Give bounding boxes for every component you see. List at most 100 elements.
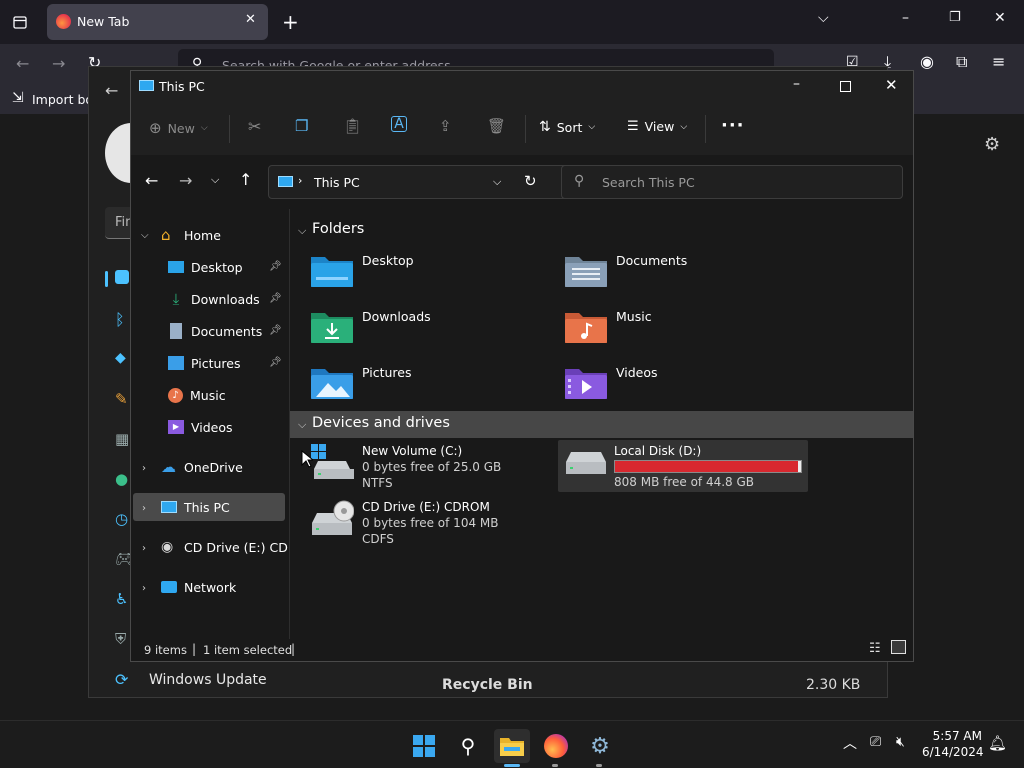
expand-chevron-icon[interactable]: › (142, 463, 146, 474)
running-app-indicator (552, 764, 558, 767)
drive-filesystem: NTFS (362, 476, 393, 490)
back-icon[interactable]: ← (16, 54, 29, 73)
breadcrumb[interactable]: This PC (314, 175, 360, 190)
details-view-icon[interactable]: ☷ (869, 641, 881, 656)
folder-pictures[interactable]: Pictures (310, 361, 550, 405)
nav-item-downloads[interactable]: ⤓ Downloads (168, 285, 260, 313)
clock-time[interactable]: 5:57 AM (930, 729, 982, 743)
nav-item-label: Home (184, 227, 221, 243)
new-tab-icon[interactable]: + (282, 10, 299, 34)
search-input[interactable]: ⚲ Search This PC (561, 165, 903, 199)
music-folder-icon (565, 313, 607, 343)
rename-icon[interactable]: A (391, 116, 407, 132)
delete-icon[interactable]: 🗑︎ (487, 117, 506, 135)
sort-button[interactable]: ⇅ Sort ⌵ (539, 119, 595, 135)
recent-locations-chevron-icon[interactable]: ⌵ (211, 173, 219, 187)
nav-item-home[interactable]: ⌂ Home (161, 221, 221, 249)
share-icon[interactable]: ⇪ (439, 117, 452, 135)
settings-back-icon[interactable]: ← (105, 81, 118, 100)
drive-filesystem: CDFS (362, 532, 394, 546)
collapse-devices-icon[interactable]: ⌵ (298, 418, 306, 432)
minimize-icon[interactable]: – (793, 76, 800, 92)
nav-item-videos[interactable]: ▶ Videos (168, 413, 233, 441)
settings-taskbar-button[interactable]: ⚙ (582, 729, 618, 763)
import-icon: ⇲ (12, 90, 24, 106)
folder-desktop[interactable]: Desktop (310, 249, 550, 293)
forward-icon[interactable]: → (52, 54, 65, 73)
view-button[interactable]: ☰ View ⌵ (627, 119, 687, 134)
drive-c[interactable]: New Volume (C:) 0 bytes free of 25.0 GB … (310, 443, 550, 493)
restore-icon[interactable]: ❐ (949, 10, 961, 25)
volume-muted-icon[interactable]: 🔇︎ (896, 734, 905, 750)
nav-item-desktop[interactable]: Desktop (168, 253, 243, 281)
drive-free-space: 808 MB free of 44.8 GB (614, 475, 755, 489)
folder-documents[interactable]: Documents (564, 249, 804, 293)
start-button[interactable] (406, 729, 442, 763)
folders-header[interactable]: Folders (312, 221, 364, 237)
recycle-bin-size: 2.30 KB (806, 677, 861, 693)
plus-circle-icon: ⊕ (149, 119, 162, 137)
firefox-taskbar-button[interactable] (538, 729, 574, 763)
status-bar: 9 items | 1 item selected | ☷ (131, 639, 913, 661)
search-button[interactable]: ⚲ (450, 729, 486, 763)
extensions-icon[interactable]: ⧉ (956, 52, 967, 72)
menu-icon[interactable]: ≡ (992, 52, 1005, 71)
folder-downloads[interactable]: Downloads (310, 305, 550, 349)
close-icon[interactable]: ✕ (885, 76, 898, 94)
account-icon[interactable]: ◉ (920, 52, 934, 71)
nav-item-network[interactable]: Network (161, 573, 236, 601)
nav-item-cd-drive[interactable]: ◉ CD Drive (E:) CDROM (161, 533, 289, 561)
gear-icon[interactable]: ⚙ (984, 134, 1000, 155)
more-options-icon[interactable]: ··· (721, 115, 745, 136)
browser-tab[interactable]: New Tab ✕ (47, 4, 268, 40)
cut-icon[interactable]: ✂ (248, 117, 261, 136)
desktop-icon (168, 261, 184, 273)
drive-name: New Volume (C:) (362, 444, 463, 458)
show-hidden-icons-chevron-icon[interactable]: ︿ (843, 733, 857, 753)
address-dropdown-icon[interactable]: ⌵ (493, 175, 501, 189)
nav-item-documents[interactable]: Documents (168, 317, 262, 345)
tab-overflow-chevron-icon[interactable]: ⌵ (818, 10, 829, 26)
drive-e[interactable]: CD Drive (E:) CDROM 0 bytes free of 104 … (310, 499, 550, 549)
folder-videos[interactable]: Videos (564, 361, 804, 405)
navigation-pane: ⌵ ⌂ Home Desktop 📌︎ ⤓ Downloads 📌︎ Docum… (131, 209, 289, 639)
forward-icon[interactable]: → (179, 171, 192, 190)
tiles-view-icon[interactable] (891, 640, 906, 654)
collapse-folders-icon[interactable]: ⌵ (298, 224, 306, 238)
content-pane: ⌵ Folders Desktop Documents Downloads Mu… (290, 209, 913, 639)
windows-update-item[interactable]: Windows Update (149, 672, 267, 688)
list-all-tabs-icon[interactable] (10, 12, 30, 32)
up-icon[interactable]: ↑ (239, 170, 252, 189)
item-count: 9 items (144, 643, 187, 657)
file-explorer-taskbar-button[interactable] (494, 729, 530, 763)
hard-drive-icon (566, 452, 606, 474)
nav-item-music[interactable]: ♪ Music (168, 381, 226, 409)
expand-chevron-icon[interactable]: › (142, 543, 146, 554)
copy-icon[interactable]: ❐ (295, 117, 308, 135)
close-tab-icon[interactable]: ✕ (245, 12, 256, 27)
drive-name: Local Disk (D:) (614, 444, 702, 458)
nav-item-pictures[interactable]: Pictures (168, 349, 241, 377)
system-icon[interactable] (115, 270, 129, 284)
new-button[interactable]: ⊕ New ⌵ (149, 119, 208, 137)
maximize-icon[interactable] (840, 81, 851, 92)
back-icon[interactable]: ← (145, 171, 158, 190)
minimize-icon[interactable]: – (902, 10, 909, 26)
devices-header: Devices and drives (312, 415, 450, 431)
clock-date[interactable]: 6/14/2024 (922, 745, 984, 759)
expand-chevron-icon[interactable]: › (142, 583, 146, 594)
notifications-icon[interactable]: 🔔︎ (988, 734, 1007, 752)
expand-chevron-icon[interactable]: › (142, 503, 146, 514)
nav-item-this-pc[interactable]: This PC (161, 493, 230, 521)
paste-icon[interactable]: 📋︎ (343, 117, 362, 135)
drive-d[interactable]: Local Disk (D:) 808 MB free of 44.8 GB (558, 440, 808, 492)
devices-header-bar[interactable]: ⌵ Devices and drives (290, 411, 913, 438)
windows-update-icon[interactable]: ⟳ (115, 670, 135, 690)
expand-chevron-icon[interactable]: ⌵ (141, 230, 149, 241)
network-status-icon[interactable]: ⎚ (870, 734, 881, 750)
nav-item-onedrive[interactable]: ☁ OneDrive (161, 453, 243, 481)
folder-music[interactable]: Music (564, 305, 804, 349)
explorer-title-bar: This PC – ✕ (131, 71, 913, 103)
refresh-icon[interactable]: ↻ (524, 172, 537, 190)
close-window-icon[interactable]: ✕ (994, 10, 1006, 26)
